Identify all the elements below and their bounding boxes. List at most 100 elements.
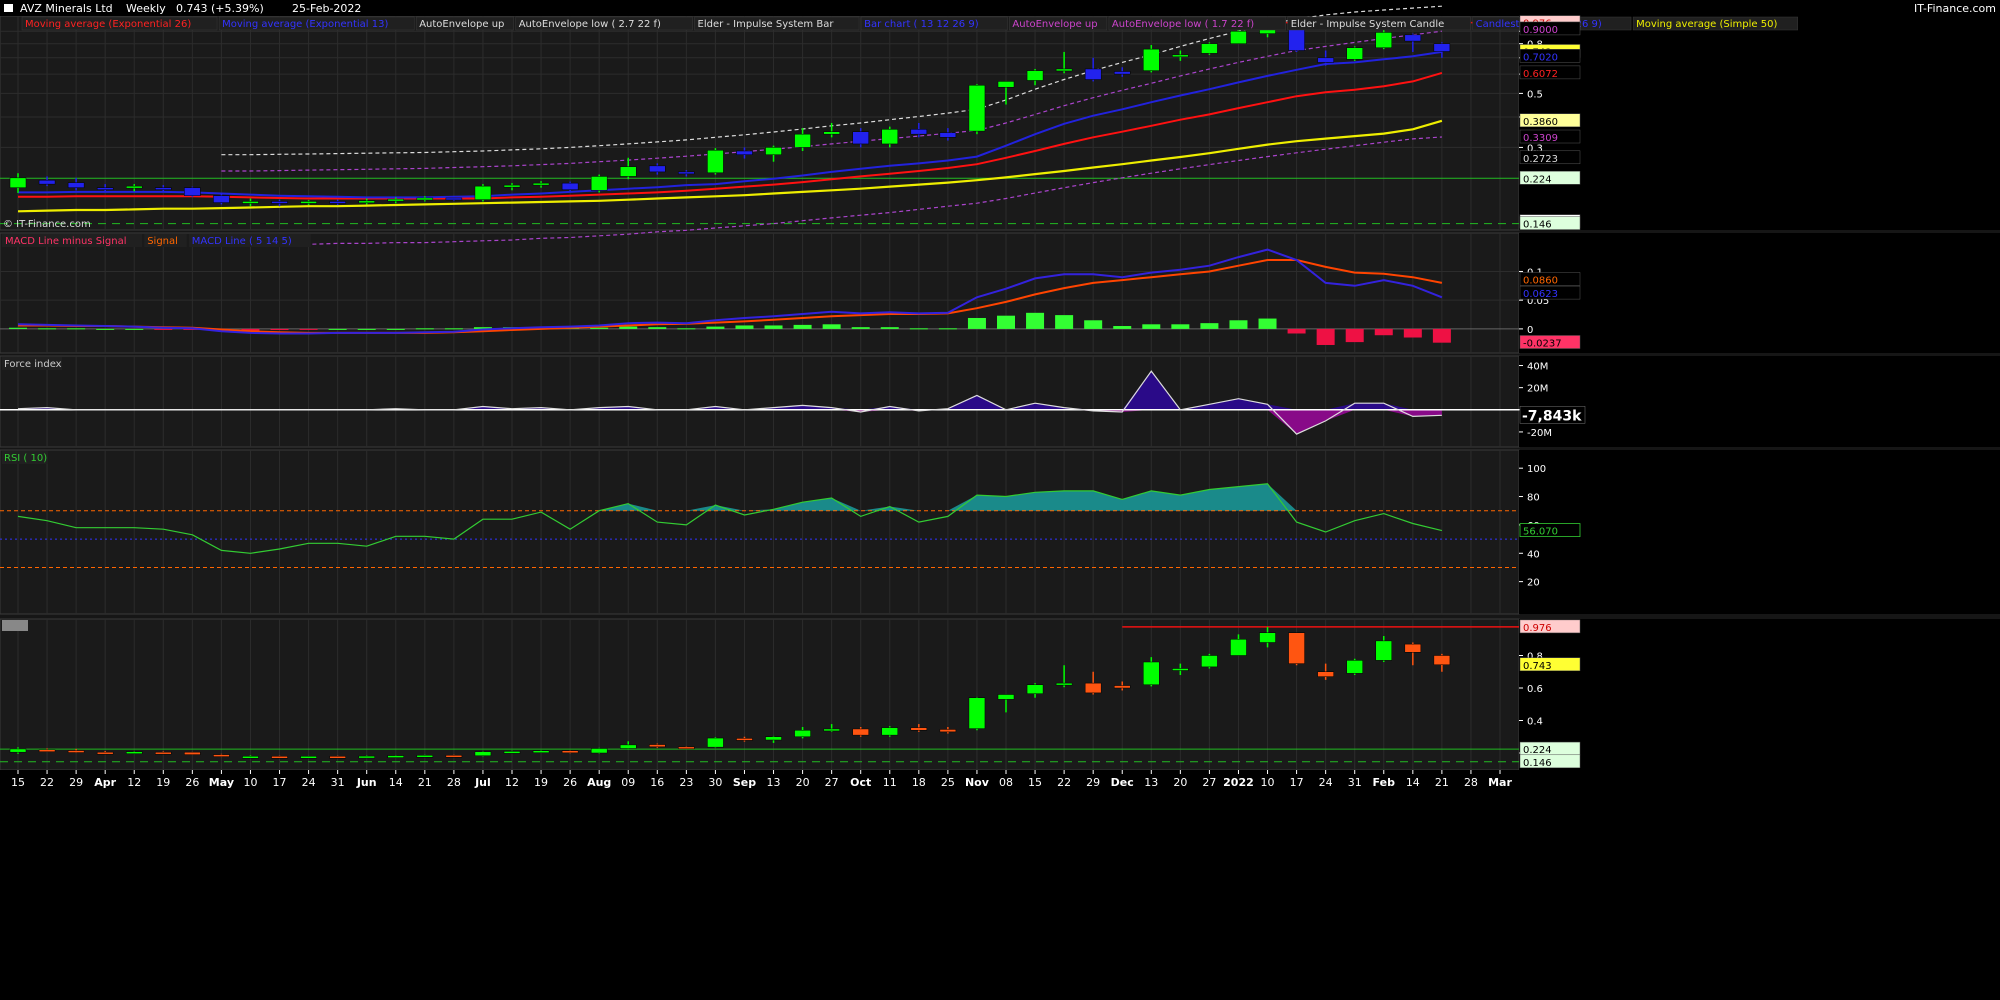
macd-histogram-bar xyxy=(1200,323,1219,329)
macd-histogram-bar xyxy=(880,327,899,329)
macd-legend-label: MACD Line minus Signal xyxy=(5,236,126,247)
bottom-candle xyxy=(823,728,840,732)
macd-histogram-bar xyxy=(1258,318,1277,329)
bottom-candle xyxy=(649,744,666,748)
x-tick-label: 27 xyxy=(1202,776,1216,789)
x-tick-label: 14 xyxy=(389,776,403,789)
ytick-label-force: 40M xyxy=(1527,362,1548,373)
candle xyxy=(9,177,27,188)
macd-histogram-bar xyxy=(938,328,957,330)
bottom-candle xyxy=(387,755,405,758)
x-tick-label: 29 xyxy=(69,776,83,789)
macd-histogram-bar xyxy=(997,315,1015,329)
macd-histogram-bar xyxy=(125,328,144,330)
macd-badge-label: -0.0237 xyxy=(1523,339,1562,350)
candle xyxy=(590,176,608,191)
header-symbol: AVZ Minerals Ltd xyxy=(20,2,113,15)
value-badge-label: 0.3309 xyxy=(1523,133,1558,144)
bottom-badge-label: 0.146 xyxy=(1523,758,1552,769)
candle xyxy=(939,132,957,138)
bottom-candle xyxy=(474,751,492,757)
header-period: Weekly xyxy=(126,2,166,15)
candle xyxy=(445,197,463,201)
candle xyxy=(1317,57,1334,63)
legend-label: AutoEnvelope low ( 1.7 22 f) xyxy=(1112,19,1254,30)
x-tick-label: 08 xyxy=(999,776,1013,789)
ytick-label-force: 20M xyxy=(1527,384,1548,395)
bottom-candle xyxy=(67,750,85,753)
bottom-candle xyxy=(213,754,230,757)
bottom-candle xyxy=(1055,682,1073,686)
x-tick-label: 17 xyxy=(1290,776,1304,789)
macd-histogram-bar xyxy=(1287,328,1306,334)
bottom-candle xyxy=(532,750,550,753)
bottom-candle xyxy=(358,755,375,759)
candle xyxy=(67,182,85,188)
macd-histogram-bar xyxy=(1345,328,1364,343)
bottom-candle xyxy=(619,744,637,749)
x-tick-label: 16 xyxy=(650,776,664,789)
macd-histogram-bar xyxy=(1403,328,1422,338)
x-tick-label: 10 xyxy=(243,776,257,789)
stock-chart[interactable]: AVZ Minerals Ltd Weekly 0.743 (+5.39%) 25-F… xyxy=(0,0,2000,1000)
bottom-candle xyxy=(852,728,869,736)
candle xyxy=(1026,70,1044,81)
bottom-legend-item xyxy=(2,620,28,631)
legend-label: Moving average (Exponential 26) xyxy=(25,19,191,30)
bottom-candle xyxy=(38,749,56,752)
macd-histogram-bar xyxy=(1026,312,1045,329)
candle xyxy=(213,195,230,203)
candle xyxy=(1433,43,1451,52)
ytick-label-rsi: 20 xyxy=(1527,578,1540,589)
macd-histogram-bar xyxy=(1142,324,1161,329)
candle xyxy=(155,187,172,190)
x-tick-label: 19 xyxy=(534,776,548,789)
macd-histogram-bar xyxy=(619,326,638,329)
bottom-candle xyxy=(416,755,434,758)
bottom-candle xyxy=(590,748,608,754)
x-tick-label: 27 xyxy=(825,776,839,789)
bottom-candle xyxy=(678,746,695,750)
macd-histogram-bar xyxy=(909,328,928,330)
bottom-badge-label: 0.743 xyxy=(1523,661,1552,672)
panel-macd xyxy=(0,232,1520,354)
macd-histogram-bar xyxy=(793,324,812,329)
bottom-candle xyxy=(1026,684,1044,694)
macd-badge-label: 0.0860 xyxy=(1523,276,1558,287)
bottom-candle xyxy=(1172,668,1189,671)
bottom-candle xyxy=(300,756,317,759)
candle xyxy=(474,185,492,200)
candle xyxy=(765,147,782,155)
candle xyxy=(387,198,405,202)
macd-histogram-bar xyxy=(851,327,870,329)
macd-histogram-bar xyxy=(444,328,463,330)
bottom-candle xyxy=(184,751,201,755)
legend-label: AutoEnvelope up xyxy=(419,19,504,30)
macd-histogram-bar xyxy=(590,327,609,329)
bottom-candle xyxy=(910,727,928,731)
candle xyxy=(532,182,550,186)
bottom-candle xyxy=(968,697,986,729)
candle xyxy=(649,165,666,173)
x-tick-label: 24 xyxy=(302,776,316,789)
candle xyxy=(1084,68,1102,80)
x-tick-label: 26 xyxy=(185,776,199,789)
rsi-badge-label: 56.070 xyxy=(1523,527,1558,538)
macd-legend-label: MACD Line ( 5 14 5) xyxy=(192,236,292,247)
x-tick-label: 14 xyxy=(1406,776,1420,789)
macd-histogram-bar xyxy=(96,328,115,330)
candle xyxy=(707,150,724,174)
x-tick-label: 21 xyxy=(418,776,432,789)
x-tick-label: 31 xyxy=(1348,776,1362,789)
bottom-candle xyxy=(1346,660,1363,674)
x-tick-label: Oct xyxy=(850,776,871,789)
x-tick-label: 2022 xyxy=(1223,776,1254,789)
panel-force xyxy=(0,355,1520,448)
macd-histogram-bar xyxy=(38,328,57,330)
legend-label: Elder - Impulse System Candle xyxy=(1291,19,1445,30)
x-tick-label: Apr xyxy=(94,776,116,789)
macd-histogram-bar xyxy=(270,328,289,331)
candle xyxy=(561,182,579,191)
bottom-candle xyxy=(1201,655,1218,668)
bottom-candle xyxy=(503,751,521,754)
